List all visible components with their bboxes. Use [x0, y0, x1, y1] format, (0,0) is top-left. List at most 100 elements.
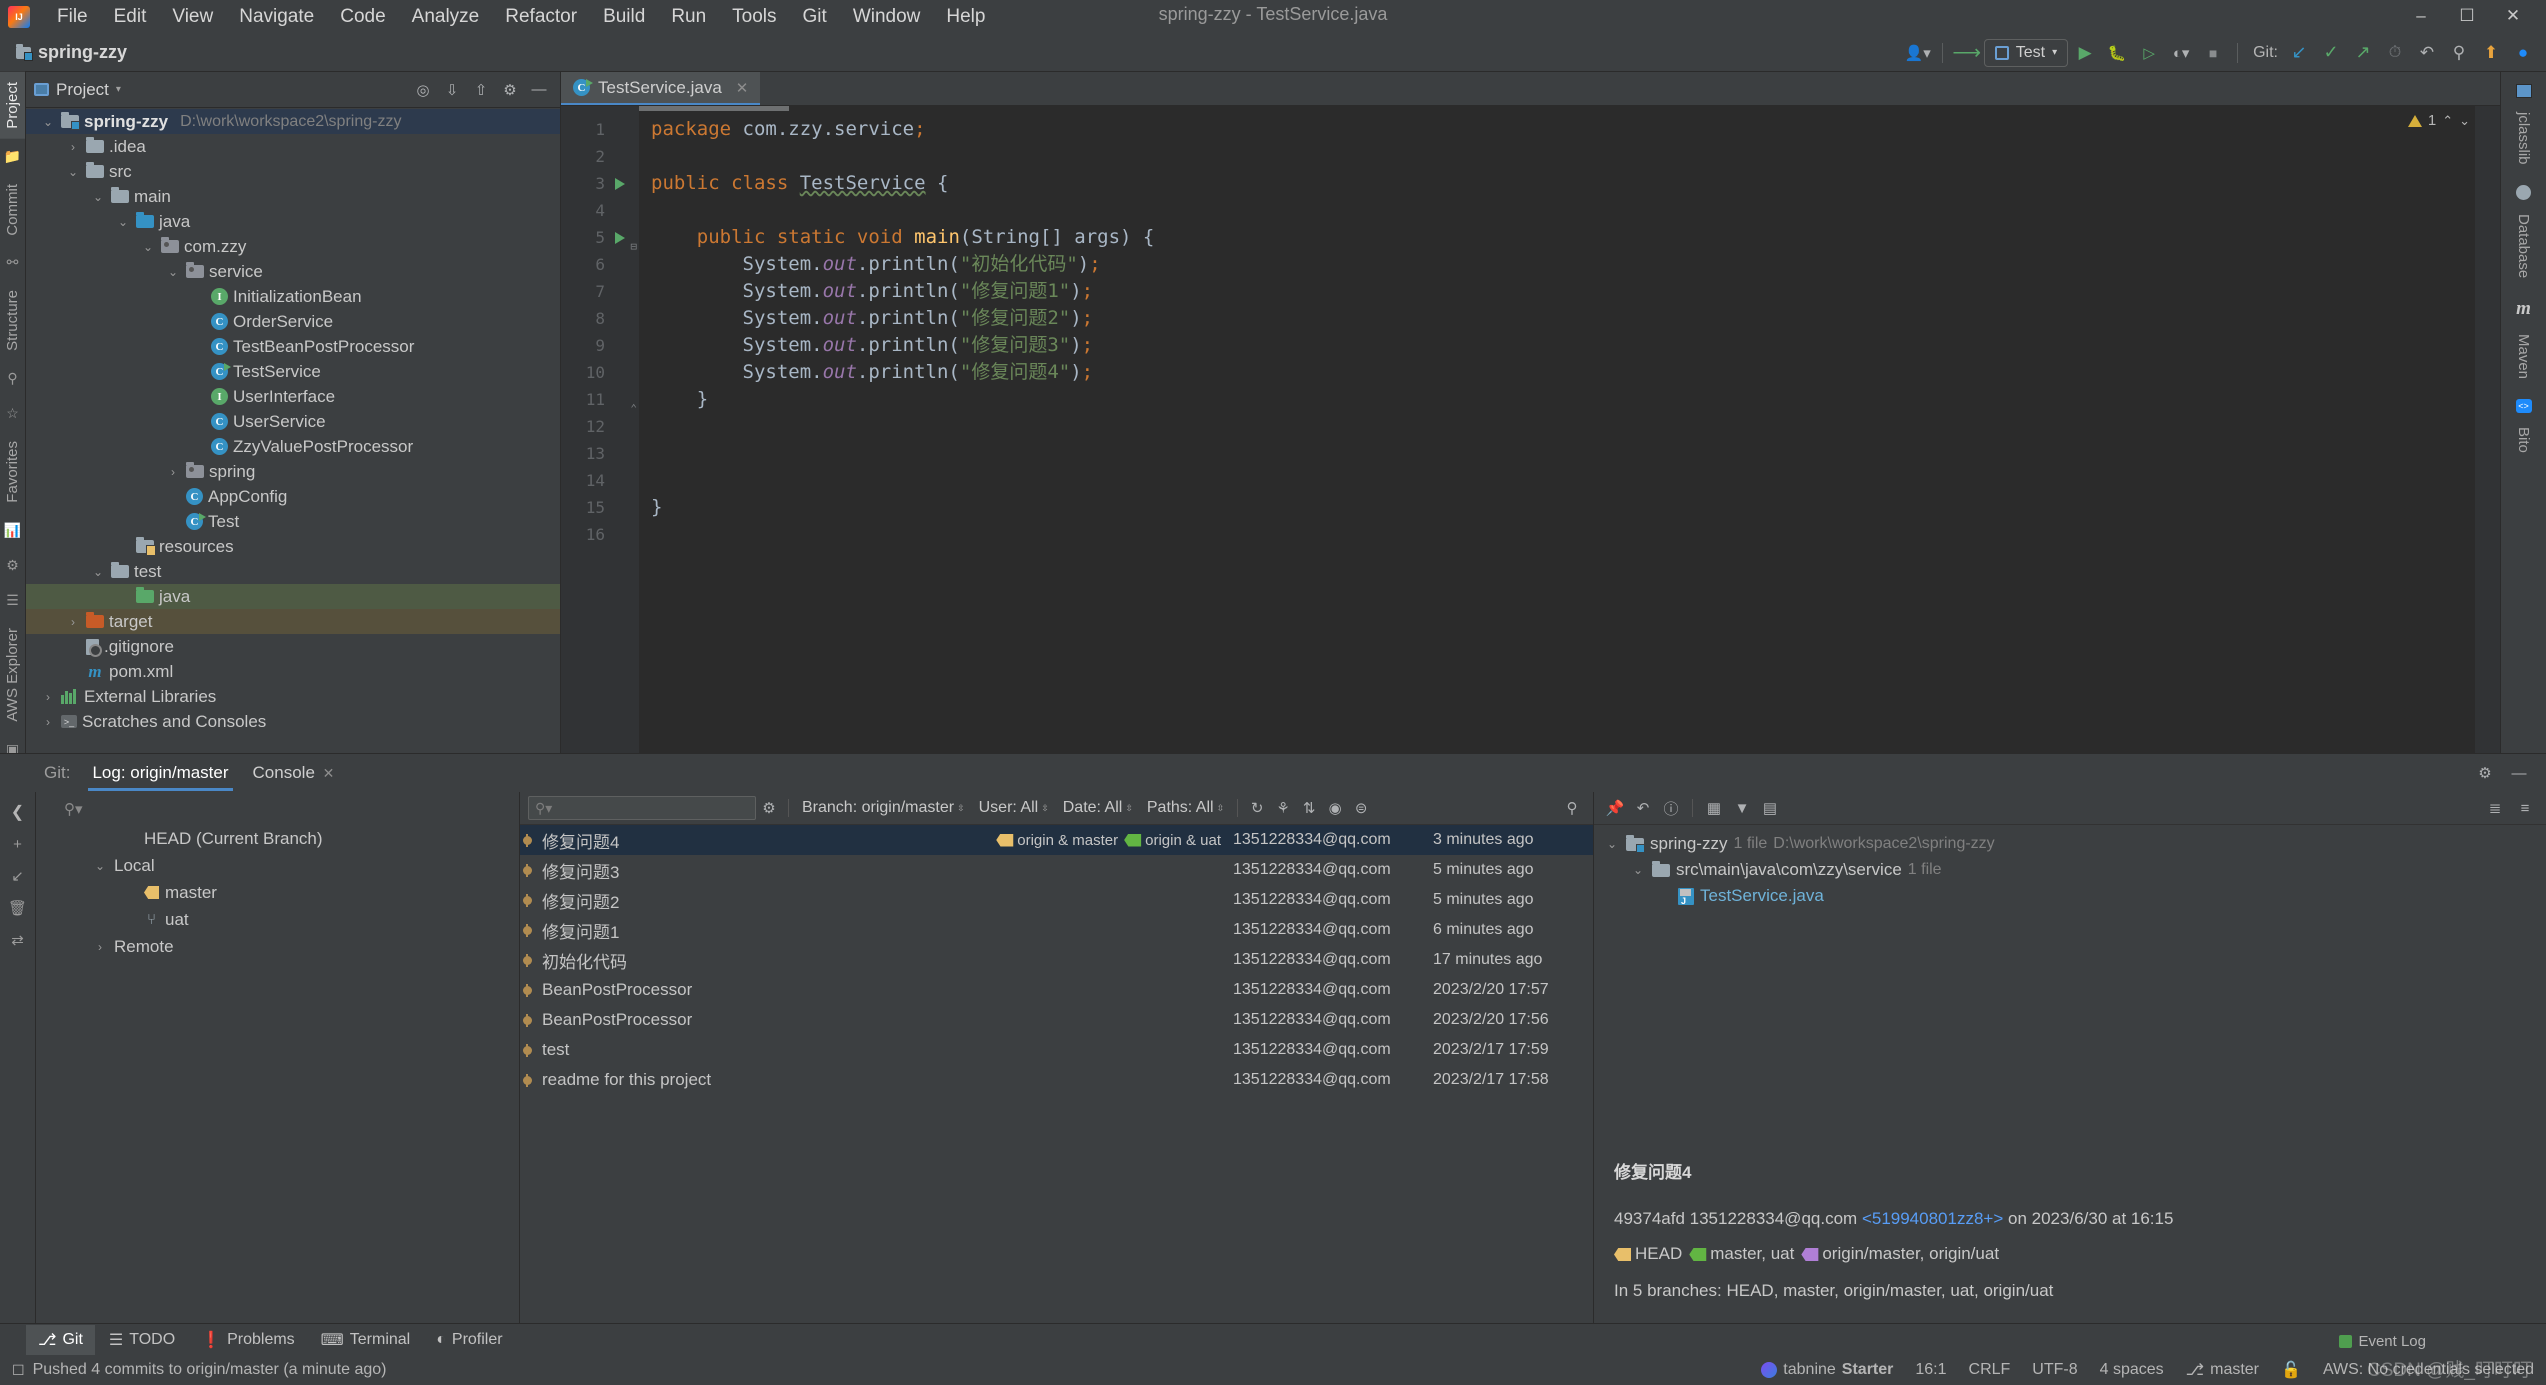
branch-widget[interactable]: ⎇ master	[2186, 1360, 2259, 1380]
line-number[interactable]: 15	[561, 494, 639, 521]
tree-node-external-libraries[interactable]: › External Libraries	[26, 684, 560, 709]
branch-search-field[interactable]: ⚲▾	[36, 792, 519, 825]
add-icon[interactable]: +	[4, 830, 32, 858]
stop-icon[interactable]: ■	[2198, 39, 2228, 67]
group-by-module-icon[interactable]: ▦	[1701, 795, 1727, 821]
caret-position[interactable]: 16:1	[1915, 1361, 1946, 1379]
collapse-icon[interactable]: ❮	[4, 798, 32, 826]
tree-node-test[interactable]: ⌄ test	[26, 559, 560, 584]
chevron-down-icon[interactable]: ⌄	[40, 115, 56, 129]
line-number[interactable]: 10	[561, 359, 639, 386]
minimize-button[interactable]: –	[2398, 3, 2444, 29]
line-separator[interactable]: CRLF	[1969, 1361, 2011, 1379]
commit-row[interactable]: test 1351228334@qq.com 2023/2/17 17:59	[520, 1035, 1593, 1065]
sidebar-item-commit[interactable]: Commit	[0, 174, 25, 246]
locate-icon[interactable]: ◎	[410, 77, 436, 103]
git-push-icon[interactable]: ↗	[2348, 39, 2378, 67]
project-breadcrumb[interactable]: spring-zzy	[16, 42, 127, 63]
changed-file-node[interactable]: ⌄ spring-zzy 1 file D:\work\workspace2\spri…	[1594, 831, 2546, 857]
tree-node-spring-zzy[interactable]: ⌄ spring-zzy D:\work\workspace2\spring-zzy	[26, 109, 560, 134]
tree-node-zzyvaluepostprocessor[interactable]: ›ZzyValuePostProcessor	[26, 434, 560, 459]
gear-icon[interactable]: ⚙	[2472, 760, 2498, 786]
menu-code[interactable]: Code	[327, 3, 398, 31]
merge-icon[interactable]: ⇄	[4, 926, 32, 954]
close-icon[interactable]: ✕	[323, 765, 335, 781]
chevron-down-icon[interactable]: ⌄	[92, 859, 108, 873]
branch-node-remote[interactable]: › Remote	[92, 933, 519, 960]
tree-node-initializationbean[interactable]: ›InitializationBean	[26, 284, 560, 309]
revert-icon[interactable]: ↶	[1630, 795, 1656, 821]
run-gutter-icon[interactable]	[615, 232, 625, 244]
hide-icon[interactable]: —	[526, 77, 552, 103]
profile-icon[interactable]: ◐▾	[2166, 39, 2196, 67]
bottom-tab-problems[interactable]: ❗ Problems	[189, 1325, 307, 1355]
commit-row[interactable]: 初始化代码 1351228334@qq.com 17 minutes ago	[520, 945, 1593, 975]
branch-node-local[interactable]: ⌄ Local	[92, 852, 519, 879]
filter-date[interactable]: Date: All ⇳	[1056, 799, 1140, 817]
tree-node-userinterface[interactable]: ›UserInterface	[26, 384, 560, 409]
menu-run[interactable]: Run	[658, 3, 719, 31]
commit-row[interactable]: readme for this project 1351228334@qq.com…	[520, 1065, 1593, 1095]
tree-node-spring[interactable]: › spring	[26, 459, 560, 484]
detail-ref-chip[interactable]: origin/master, origin/uat	[1801, 1238, 1999, 1270]
chevron-down-icon[interactable]: ⌄	[90, 565, 106, 579]
line-number[interactable]: 9	[561, 332, 639, 359]
commit-search-input[interactable]: ⚲▾	[528, 796, 756, 820]
chevron-right-icon[interactable]: ›	[65, 615, 81, 629]
tree-node-test[interactable]: ›Test	[26, 509, 560, 534]
sidebar-item-favorites[interactable]: Favorites	[0, 431, 25, 513]
expand-all-icon[interactable]: ≣	[2482, 795, 2508, 821]
tree-node-service[interactable]: ⌄ service	[26, 259, 560, 284]
tree-node-main[interactable]: ⌄ main	[26, 184, 560, 209]
filter-user[interactable]: User: All ⇳	[972, 799, 1056, 817]
settings-gear-icon[interactable]: ⚙	[497, 77, 523, 103]
settings-strip-icon[interactable]: ⚙	[6, 548, 19, 583]
chevron-right-icon[interactable]: ›	[92, 940, 108, 954]
line-number[interactable]: 2	[561, 143, 639, 170]
menu-window[interactable]: Window	[840, 3, 934, 31]
info-icon[interactable]: ⓘ	[1658, 795, 1684, 821]
highlight-icon[interactable]: ◉	[1322, 795, 1348, 821]
sidebar-item-project[interactable]: Project	[0, 72, 25, 139]
menu-refactor[interactable]: Refactor	[492, 3, 590, 31]
chevron-right-icon[interactable]: ›	[40, 690, 56, 704]
line-number[interactable]: 4	[561, 197, 639, 224]
update-project-icon[interactable]: ⟶	[1952, 39, 1982, 67]
tab-log-origin-master[interactable]: Log: origin/master	[82, 756, 238, 791]
bito-icon[interactable]: ●	[2508, 39, 2538, 67]
tree-node-resources[interactable]: ›resources	[26, 534, 560, 559]
line-number[interactable]: 3	[561, 170, 639, 197]
chart-strip-icon[interactable]: 📊	[4, 513, 21, 548]
chevron-right-icon[interactable]: ›	[65, 140, 81, 154]
expand-icon[interactable]: ⊜	[1348, 795, 1374, 821]
menu-edit[interactable]: Edit	[101, 3, 160, 31]
changed-files-tree[interactable]: ⌄ spring-zzy 1 file D:\work\workspace2\spri…	[1594, 825, 2546, 1141]
line-number[interactable]: 8	[561, 305, 639, 332]
tree-node--idea[interactable]: › .idea	[26, 134, 560, 159]
search-strip-icon[interactable]: ⚲	[7, 361, 17, 396]
intellisort-icon[interactable]: ⚘	[1270, 795, 1296, 821]
project-panel-title[interactable]: Project ▾	[34, 80, 121, 100]
line-number[interactable]: 7	[561, 278, 639, 305]
tab-console[interactable]: Console ✕	[243, 756, 345, 791]
commit-hash[interactable]: 49374afd	[1614, 1209, 1685, 1228]
chevron-down-icon[interactable]: ⌄	[1630, 863, 1646, 877]
run-icon[interactable]: ▶	[2070, 39, 2100, 67]
bottom-tab-terminal[interactable]: ⌨ Terminal	[309, 1325, 423, 1355]
user-avatar-icon[interactable]: 👤▾	[1903, 39, 1933, 67]
run-configuration-selector[interactable]: Test ▾	[1983, 38, 2069, 67]
commit-email-link[interactable]: <519940801zz8+>	[1862, 1209, 2003, 1228]
tree-node--gitignore[interactable]: ›.gitignore	[26, 634, 560, 659]
tree-node-userservice[interactable]: ›UserService	[26, 409, 560, 434]
menu-help[interactable]: Help	[933, 3, 998, 31]
line-number[interactable]: 12	[561, 413, 639, 440]
filter-paths[interactable]: Paths: All ⇳	[1140, 799, 1231, 817]
tree-node-appconfig[interactable]: ›AppConfig	[26, 484, 560, 509]
changed-file-node[interactable]: ⌄ src\main\java\com\zzy\service 1 file	[1594, 857, 2546, 883]
line-number[interactable]: 16	[561, 521, 639, 548]
debug-icon[interactable]: 🐛	[2102, 39, 2132, 67]
editor-gutter[interactable]: 1 2 3 4 5 ⊟ 6 7 8 9 10 11 ⌃ 12 13 14 15 16	[561, 106, 639, 753]
sidebar-item-structure[interactable]: Structure	[0, 280, 25, 361]
branch-node-master[interactable]: ›master	[92, 879, 519, 906]
code-editor[interactable]: 1 2 3 4 5 ⊟ 6 7 8 9 10 11 ⌃ 12 13 14 15 16 package com.zz…	[561, 106, 2500, 753]
